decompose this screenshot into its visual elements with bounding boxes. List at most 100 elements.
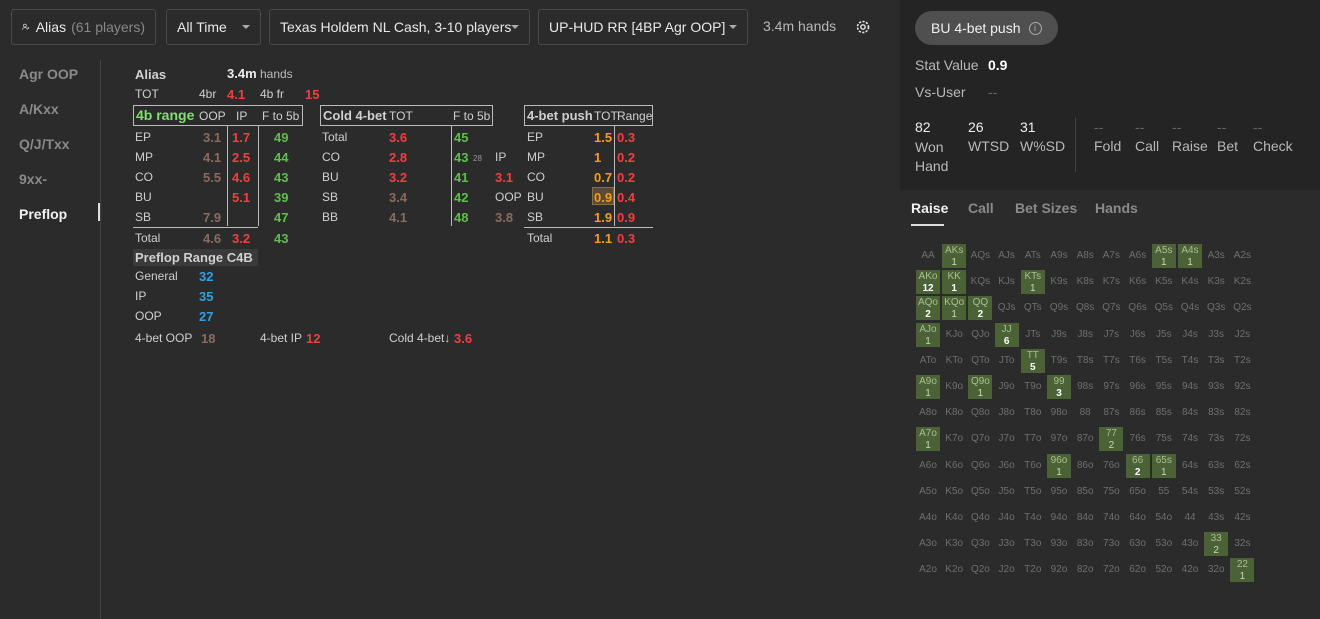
hand-cell-j3s[interactable]: J3s: [1204, 323, 1228, 347]
push-range-value[interactable]: 0.2: [617, 170, 635, 185]
hand-cell-87s[interactable]: 87s: [1099, 401, 1123, 425]
hand-cell-82s[interactable]: 82s: [1230, 401, 1254, 425]
tab-call[interactable]: Call: [968, 200, 994, 216]
prc4b-general-value[interactable]: 32: [199, 269, 213, 284]
hand-cell-64s[interactable]: 64s: [1178, 454, 1202, 478]
hand-cell-k6o[interactable]: K6o: [942, 454, 966, 478]
hand-cell-k8o[interactable]: K8o: [942, 401, 966, 425]
hand-cell-86o[interactable]: 86o: [1073, 454, 1097, 478]
hand-cell-j7s[interactable]: J7s: [1099, 323, 1123, 347]
hand-cell-a6s[interactable]: A6s: [1126, 244, 1150, 268]
hand-cell-kjs[interactable]: KJs: [995, 270, 1019, 294]
hand-cell-53s[interactable]: 53s: [1204, 480, 1228, 504]
hand-cell-82o[interactable]: 82o: [1073, 558, 1097, 582]
hand-cell-j3o[interactable]: J3o: [995, 532, 1019, 556]
tab-raise[interactable]: Raise: [911, 200, 948, 216]
sidebar-item-qjtxx[interactable]: Q/J/Txx: [19, 136, 70, 152]
cold-4bet-f5b-value[interactable]: 45: [454, 130, 468, 145]
hand-cell-q2s[interactable]: Q2s: [1230, 296, 1254, 320]
hand-cell-j2s[interactable]: J2s: [1230, 323, 1254, 347]
push-range-value[interactable]: 0.3: [617, 130, 635, 145]
hand-cell-83s[interactable]: 83s: [1204, 401, 1228, 425]
sidebar-item-preflop[interactable]: Preflop: [19, 206, 67, 222]
hand-cell-53o[interactable]: 53o: [1152, 532, 1176, 556]
hand-cell-qjs[interactable]: QJs: [995, 296, 1019, 320]
push-range-value[interactable]: 0.4: [617, 190, 635, 205]
hand-cell-k4o[interactable]: K4o: [942, 506, 966, 530]
push-tot-value[interactable]: 1.9: [594, 210, 612, 225]
hand-cell-q6s[interactable]: Q6s: [1126, 296, 1150, 320]
hand-cell-65s[interactable]: 65s 1: [1151, 453, 1176, 478]
hand-cell-95o[interactable]: 95o: [1047, 480, 1071, 504]
hand-cell-q4o[interactable]: Q4o: [968, 506, 992, 530]
range4b-f5b-value[interactable]: 39: [274, 190, 288, 205]
hand-cell-62s[interactable]: 62s: [1230, 454, 1254, 478]
range4b-ip-value[interactable]: 1.7: [232, 130, 250, 145]
game-filter-dropdown[interactable]: Texas Holdem NL Cash, 3-10 players: [269, 9, 530, 45]
info-icon[interactable]: i: [1028, 21, 1042, 35]
hand-cell-75o[interactable]: 75o: [1099, 480, 1123, 504]
range4b-f5b-value[interactable]: 44: [274, 150, 288, 165]
hand-cell-94o[interactable]: 94o: [1047, 506, 1071, 530]
hand-cell-a7o[interactable]: A7o 1: [916, 427, 940, 452]
hand-cell-k7o[interactable]: K7o: [942, 427, 966, 451]
hand-cell-k3o[interactable]: K3o: [942, 532, 966, 556]
hand-cell-k5s[interactable]: K5s: [1152, 270, 1176, 294]
hand-cell-74o[interactable]: 74o: [1099, 506, 1123, 530]
4b-range-total-ip[interactable]: 3.2: [232, 231, 250, 246]
prc4b-oop-value[interactable]: 27: [199, 309, 213, 324]
hand-cell-jts[interactable]: JTs: [1021, 323, 1045, 347]
hand-cell-a3o[interactable]: A3o: [916, 532, 940, 556]
push-tot-value[interactable]: 1.5: [594, 130, 612, 145]
hand-cell-62o[interactable]: 62o: [1126, 558, 1150, 582]
4b-range-total-f5b[interactable]: 43: [274, 231, 288, 246]
hand-cell-q3s[interactable]: Q3s: [1204, 296, 1228, 320]
hand-cell-83o[interactable]: 83o: [1073, 532, 1097, 556]
hand-cell-43s[interactable]: 43s: [1204, 506, 1228, 530]
hand-cell-a7s[interactable]: A7s: [1099, 244, 1123, 268]
hand-cell-aks[interactable]: AKs 1: [942, 244, 967, 268]
hand-cell-87o[interactable]: 87o: [1073, 427, 1097, 451]
hand-cell-aa[interactable]: AA: [916, 244, 940, 268]
hand-cell-a9s[interactable]: A9s: [1047, 244, 1071, 268]
hand-cell-a4o[interactable]: A4o: [916, 506, 940, 530]
cold-4bet-tot-value[interactable]: 2.8: [389, 150, 407, 165]
hand-cell-t8s[interactable]: T8s: [1073, 349, 1097, 373]
hand-cell-54s[interactable]: 54s: [1178, 480, 1202, 504]
hand-cell-tt[interactable]: TT 5: [1020, 348, 1045, 373]
hand-cell-99[interactable]: 99 3: [1047, 375, 1071, 399]
hand-cell-t9o[interactable]: T9o: [1021, 375, 1045, 399]
hand-cell-93s[interactable]: 93s: [1204, 375, 1228, 399]
sidebar-item-agr-oop[interactable]: Agr OOP: [19, 66, 78, 82]
cold-4bet-f5b-value[interactable]: 42: [454, 190, 468, 205]
hand-cell-54o[interactable]: 54o: [1152, 506, 1176, 530]
hand-cell-kk[interactable]: KK 1: [942, 270, 967, 295]
hand-cell-92o[interactable]: 92o: [1047, 558, 1071, 582]
hand-cell-84s[interactable]: 84s: [1178, 401, 1202, 425]
range4b-ip-value[interactable]: 4.6: [232, 170, 250, 185]
hand-cell-96s[interactable]: 96s: [1126, 375, 1150, 399]
hand-cell-k6s[interactable]: K6s: [1126, 270, 1150, 294]
hand-cell-j9o[interactable]: J9o: [995, 375, 1019, 399]
hand-cell-97s[interactable]: 97s: [1099, 375, 1123, 399]
cold-4bet-value[interactable]: 3.6: [454, 331, 472, 346]
hand-cell-52o[interactable]: 52o: [1152, 558, 1176, 582]
hand-cell-k9s[interactable]: K9s: [1047, 270, 1071, 294]
range4b-ip-value[interactable]: 5.1: [232, 190, 250, 205]
4bet-ip-value[interactable]: 12: [306, 331, 320, 346]
hand-cell-aqs[interactable]: AQs: [968, 244, 992, 268]
hand-cell-22[interactable]: 22 1: [1230, 558, 1255, 583]
4br-value[interactable]: 4.1: [227, 87, 245, 102]
hand-cell-86s[interactable]: 86s: [1126, 401, 1150, 425]
hand-cell-ato[interactable]: ATo: [916, 349, 940, 373]
hand-cell-88[interactable]: 88: [1073, 401, 1097, 425]
hand-cell-t3s[interactable]: T3s: [1204, 349, 1228, 373]
hand-cell-ako[interactable]: AKo 12: [916, 270, 940, 295]
hand-cell-85o[interactable]: 85o: [1073, 480, 1097, 504]
hand-cell-qto[interactable]: QTo: [968, 349, 992, 373]
hand-cell-ats[interactable]: ATs: [1021, 244, 1045, 268]
hand-cell-q7o[interactable]: Q7o: [968, 427, 992, 451]
4bet-push-total-range[interactable]: 0.3: [617, 231, 635, 246]
hand-cell-33[interactable]: 33 2: [1204, 532, 1229, 557]
hand-cell-t9s[interactable]: T9s: [1047, 349, 1071, 373]
